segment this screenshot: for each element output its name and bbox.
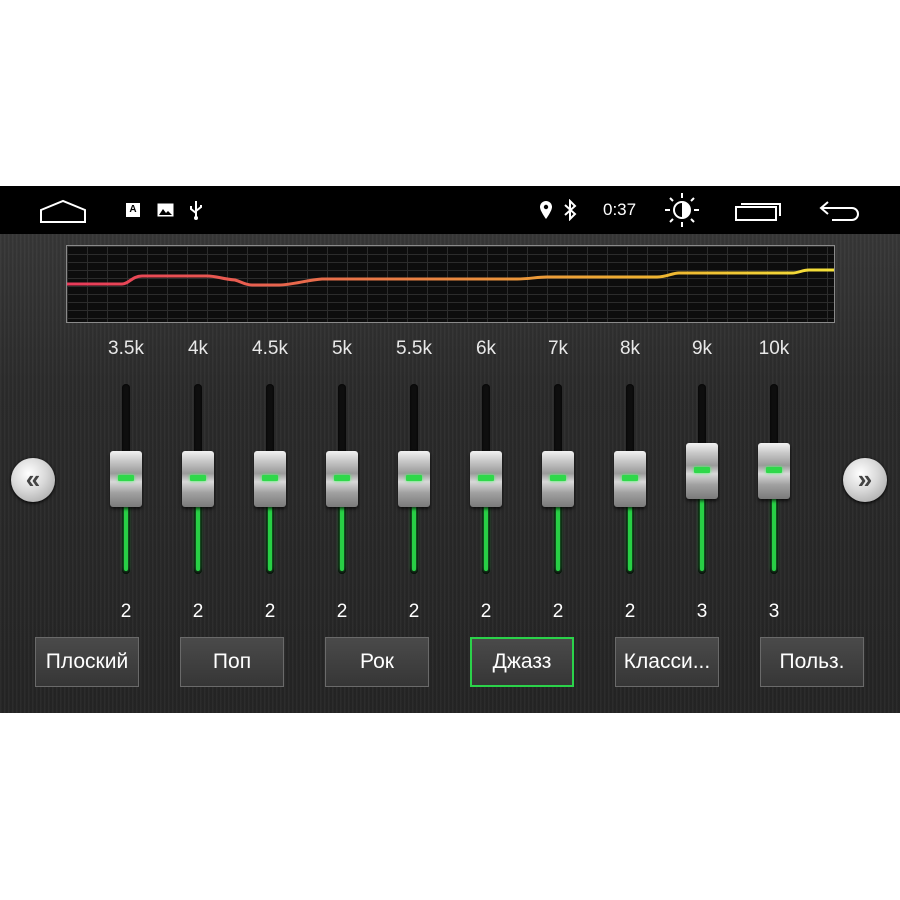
knob-indicator: [334, 475, 350, 481]
band-value: 2: [552, 601, 564, 622]
band-slider-knob[interactable]: [254, 451, 286, 507]
band-value: 2: [408, 601, 420, 622]
app-a-icon: A: [126, 203, 140, 217]
preset-button[interactable]: Джазз: [470, 637, 574, 687]
band-value: 2: [192, 601, 204, 622]
prev-page-button[interactable]: «: [11, 458, 55, 502]
band-value: 2: [336, 601, 348, 622]
band-slider-knob[interactable]: [182, 451, 214, 507]
band-freq-label: 9k: [691, 338, 713, 359]
home-icon[interactable]: [38, 198, 88, 224]
knob-indicator: [190, 475, 206, 481]
preset-button[interactable]: Плоский: [35, 637, 139, 687]
band-slider-knob[interactable]: [326, 451, 358, 507]
band-freq-label: 5.5k: [396, 338, 432, 359]
band-value: 3: [768, 601, 780, 622]
band-value: 2: [480, 601, 492, 622]
preset-button[interactable]: Польз.: [760, 637, 864, 687]
band-slider-knob[interactable]: [110, 451, 142, 507]
band-freq-label: 7k: [547, 338, 569, 359]
band-freq-label: 6k: [475, 338, 497, 359]
knob-indicator: [478, 475, 494, 481]
band-freq-label: 4.5k: [252, 338, 288, 359]
knob-indicator: [406, 475, 422, 481]
band-freq-label: 8k: [619, 338, 641, 359]
knob-indicator: [262, 475, 278, 481]
band-value: 2: [624, 601, 636, 622]
brightness-icon[interactable]: [662, 191, 702, 229]
eq-curve-line: [67, 268, 834, 287]
knob-indicator: [694, 467, 710, 473]
knob-indicator: [622, 475, 638, 481]
band-value: 2: [120, 601, 132, 622]
usb-icon: [188, 200, 204, 220]
bluetooth-icon: [563, 198, 577, 222]
preset-button[interactable]: Класси...: [615, 637, 719, 687]
eq-response-graph: [66, 245, 835, 323]
clock: 0:37: [603, 200, 637, 219]
image-icon: [157, 203, 174, 217]
next-page-button[interactable]: »: [843, 458, 887, 502]
eq-curve: [67, 268, 834, 287]
knob-indicator: [766, 467, 782, 473]
back-icon[interactable]: [818, 199, 862, 221]
preset-button[interactable]: Поп: [180, 637, 284, 687]
status-bar: A 0:37: [0, 186, 900, 234]
band-slider-knob[interactable]: [614, 451, 646, 507]
recent-apps-icon[interactable]: [733, 200, 783, 222]
band-slider-knob[interactable]: [470, 451, 502, 507]
band-freq-label: 5k: [331, 338, 353, 359]
band-freq-label: 10k: [758, 338, 790, 359]
location-icon: [539, 200, 553, 220]
knob-indicator: [550, 475, 566, 481]
band-slider-knob[interactable]: [398, 451, 430, 507]
band-slider-knob[interactable]: [686, 443, 718, 499]
band-value: 3: [696, 601, 708, 622]
band-slider-knob[interactable]: [542, 451, 574, 507]
band-freq-label: 3.5k: [108, 338, 144, 359]
band-slider-knob[interactable]: [758, 443, 790, 499]
band-value: 2: [264, 601, 276, 622]
band-freq-label: 4k: [187, 338, 209, 359]
preset-button[interactable]: Рок: [325, 637, 429, 687]
knob-indicator: [118, 475, 134, 481]
equalizer-screen: A 0:37 3.5k 2 4k 2 4.5k 2 5k 2 5.5k 2 6k…: [0, 186, 900, 713]
